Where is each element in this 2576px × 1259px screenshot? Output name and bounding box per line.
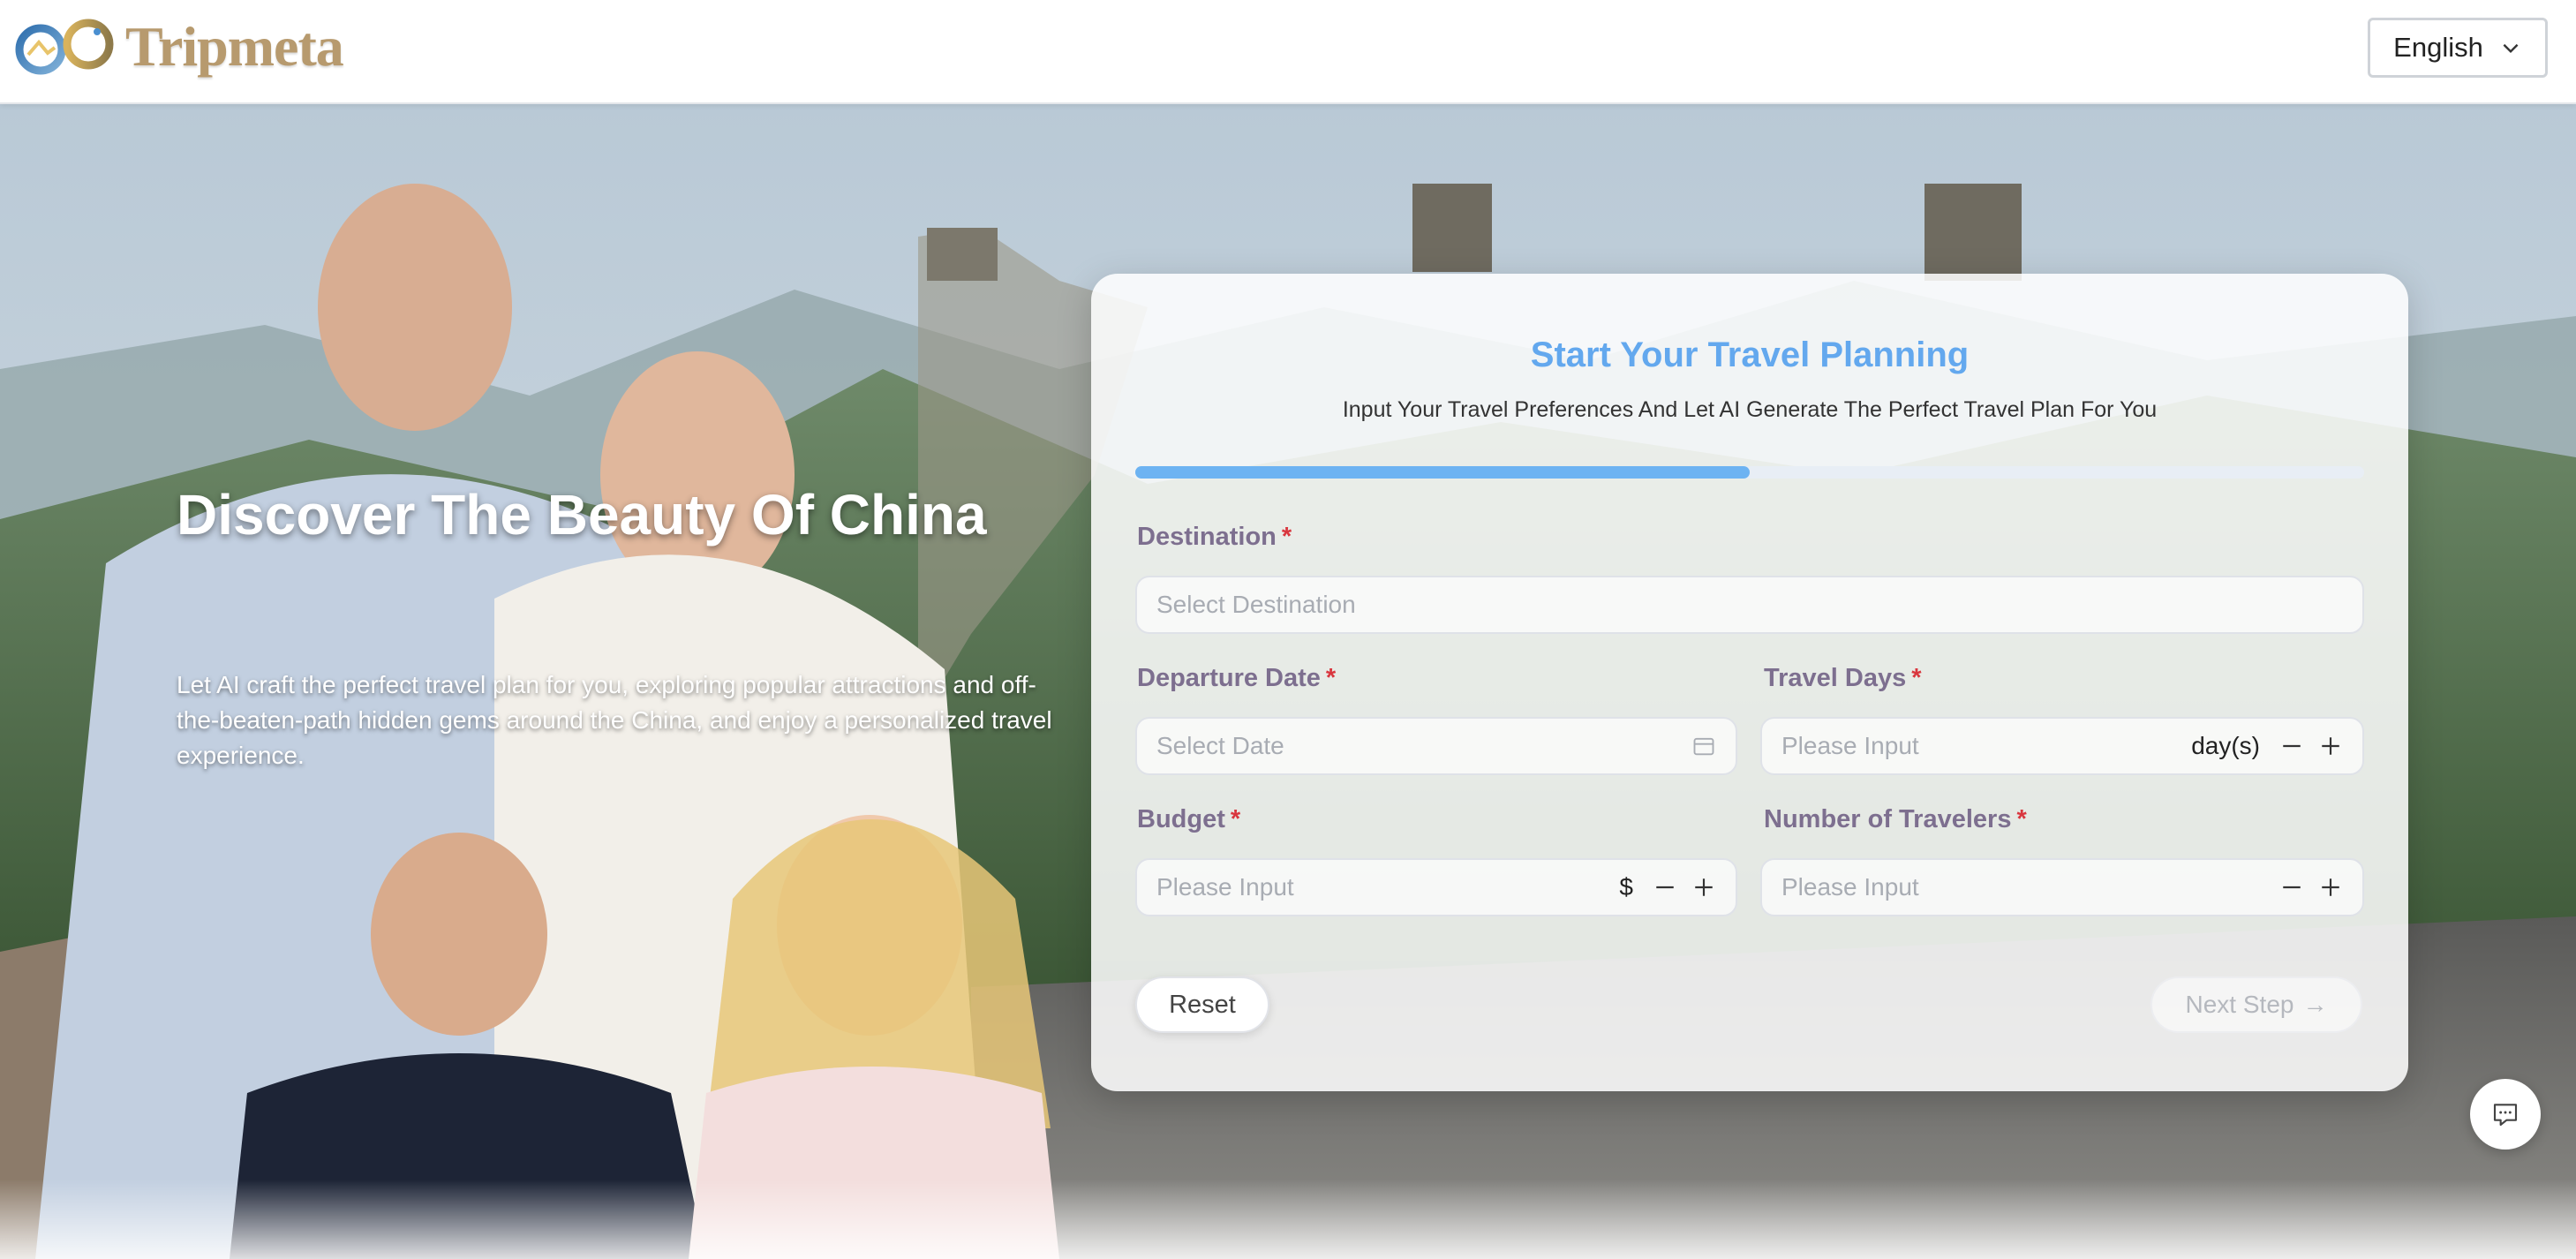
brand-logo[interactable]: Tripmeta <box>14 15 344 78</box>
travelers-increment-button[interactable] <box>2318 875 2343 900</box>
travelers-label: Number of Travelers * <box>1764 805 2027 834</box>
travel-days-input[interactable] <box>1781 732 2192 760</box>
budget-decrement-button[interactable] <box>1653 875 1677 900</box>
travel-days-increment-button[interactable] <box>2318 734 2343 758</box>
travel-days-unit: day(s) <box>2191 732 2260 759</box>
travel-days-decrement-button[interactable] <box>2279 734 2304 758</box>
budget-input[interactable] <box>1156 873 1620 901</box>
travelers-input[interactable] <box>1781 873 2279 901</box>
required-mark: * <box>1281 523 1292 551</box>
required-mark: * <box>2016 805 2027 833</box>
hero-description: Let AI craft the perfect travel plan for… <box>177 671 1052 769</box>
chat-support-button[interactable] <box>2470 1079 2541 1150</box>
travelers-field[interactable] <box>1760 858 2364 916</box>
travel-days-field[interactable]: day(s) <box>1760 717 2364 775</box>
form-progress-fill <box>1135 466 1750 479</box>
travel-days-label-text: Travel Days <box>1764 664 1907 692</box>
travel-days-stepper <box>2279 734 2343 758</box>
departure-date-picker[interactable] <box>1135 717 1737 775</box>
minus-icon <box>1656 886 1674 889</box>
destination-select[interactable] <box>1135 576 2364 634</box>
minus-icon <box>2283 744 2301 748</box>
brand-name: Tripmeta <box>125 15 344 78</box>
form-subtitle: Input Your Travel Preferences And Let AI… <box>1342 397 2158 422</box>
next-step-label: Next Step <box>2185 991 2294 1018</box>
budget-label-text: Budget <box>1137 805 1225 833</box>
language-label: English <box>2393 32 2483 63</box>
required-mark: * <box>1230 805 1241 833</box>
top-header: Tripmeta English <box>0 0 2576 104</box>
calendar-icon[interactable] <box>1691 734 1716 758</box>
budget-stepper <box>1653 875 1716 900</box>
budget-field[interactable]: $ <box>1135 858 1737 916</box>
travel-days-label: Travel Days * <box>1764 664 1922 693</box>
reset-button[interactable]: Reset <box>1135 976 1269 1033</box>
destination-input[interactable] <box>1156 591 2343 619</box>
form-progress-bar <box>1135 466 2364 479</box>
language-select-button[interactable]: English <box>2368 18 2548 78</box>
hero-bottom-fade <box>0 1180 2576 1259</box>
plus-icon <box>2322 878 2339 896</box>
minus-icon <box>2283 886 2301 889</box>
form-title: Start Your Travel Planning <box>1530 335 1970 374</box>
chevron-down-icon <box>2503 43 2519 54</box>
plus-icon <box>1695 878 1713 896</box>
destination-label-text: Destination <box>1137 523 1277 551</box>
departure-date-label: Departure Date * <box>1137 664 1336 693</box>
chat-bubble-icon <box>2493 1104 2518 1127</box>
infinity-logo-icon <box>15 19 114 75</box>
travelers-decrement-button[interactable] <box>2279 875 2304 900</box>
budget-increment-button[interactable] <box>1691 875 1716 900</box>
plus-icon <box>2322 737 2339 755</box>
hero-title: Discover The Beauty Of China <box>177 483 987 547</box>
departure-date-input[interactable] <box>1156 732 1691 760</box>
required-mark: * <box>1325 664 1337 692</box>
budget-label: Budget * <box>1137 805 1240 834</box>
travelers-label-text: Number of Travelers <box>1764 805 2012 833</box>
travelers-stepper <box>2279 875 2343 900</box>
destination-label: Destination * <box>1137 523 1292 552</box>
arrow-right-icon: → <box>2302 991 2328 1018</box>
next-step-button[interactable]: Next Step → <box>2150 976 2362 1033</box>
required-mark: * <box>1911 664 1922 692</box>
budget-currency: $ <box>1619 873 1633 901</box>
departure-date-label-text: Departure Date <box>1137 664 1321 692</box>
travel-planning-form-card: Start Your Travel Planning Input Your Tr… <box>1091 274 2408 1091</box>
